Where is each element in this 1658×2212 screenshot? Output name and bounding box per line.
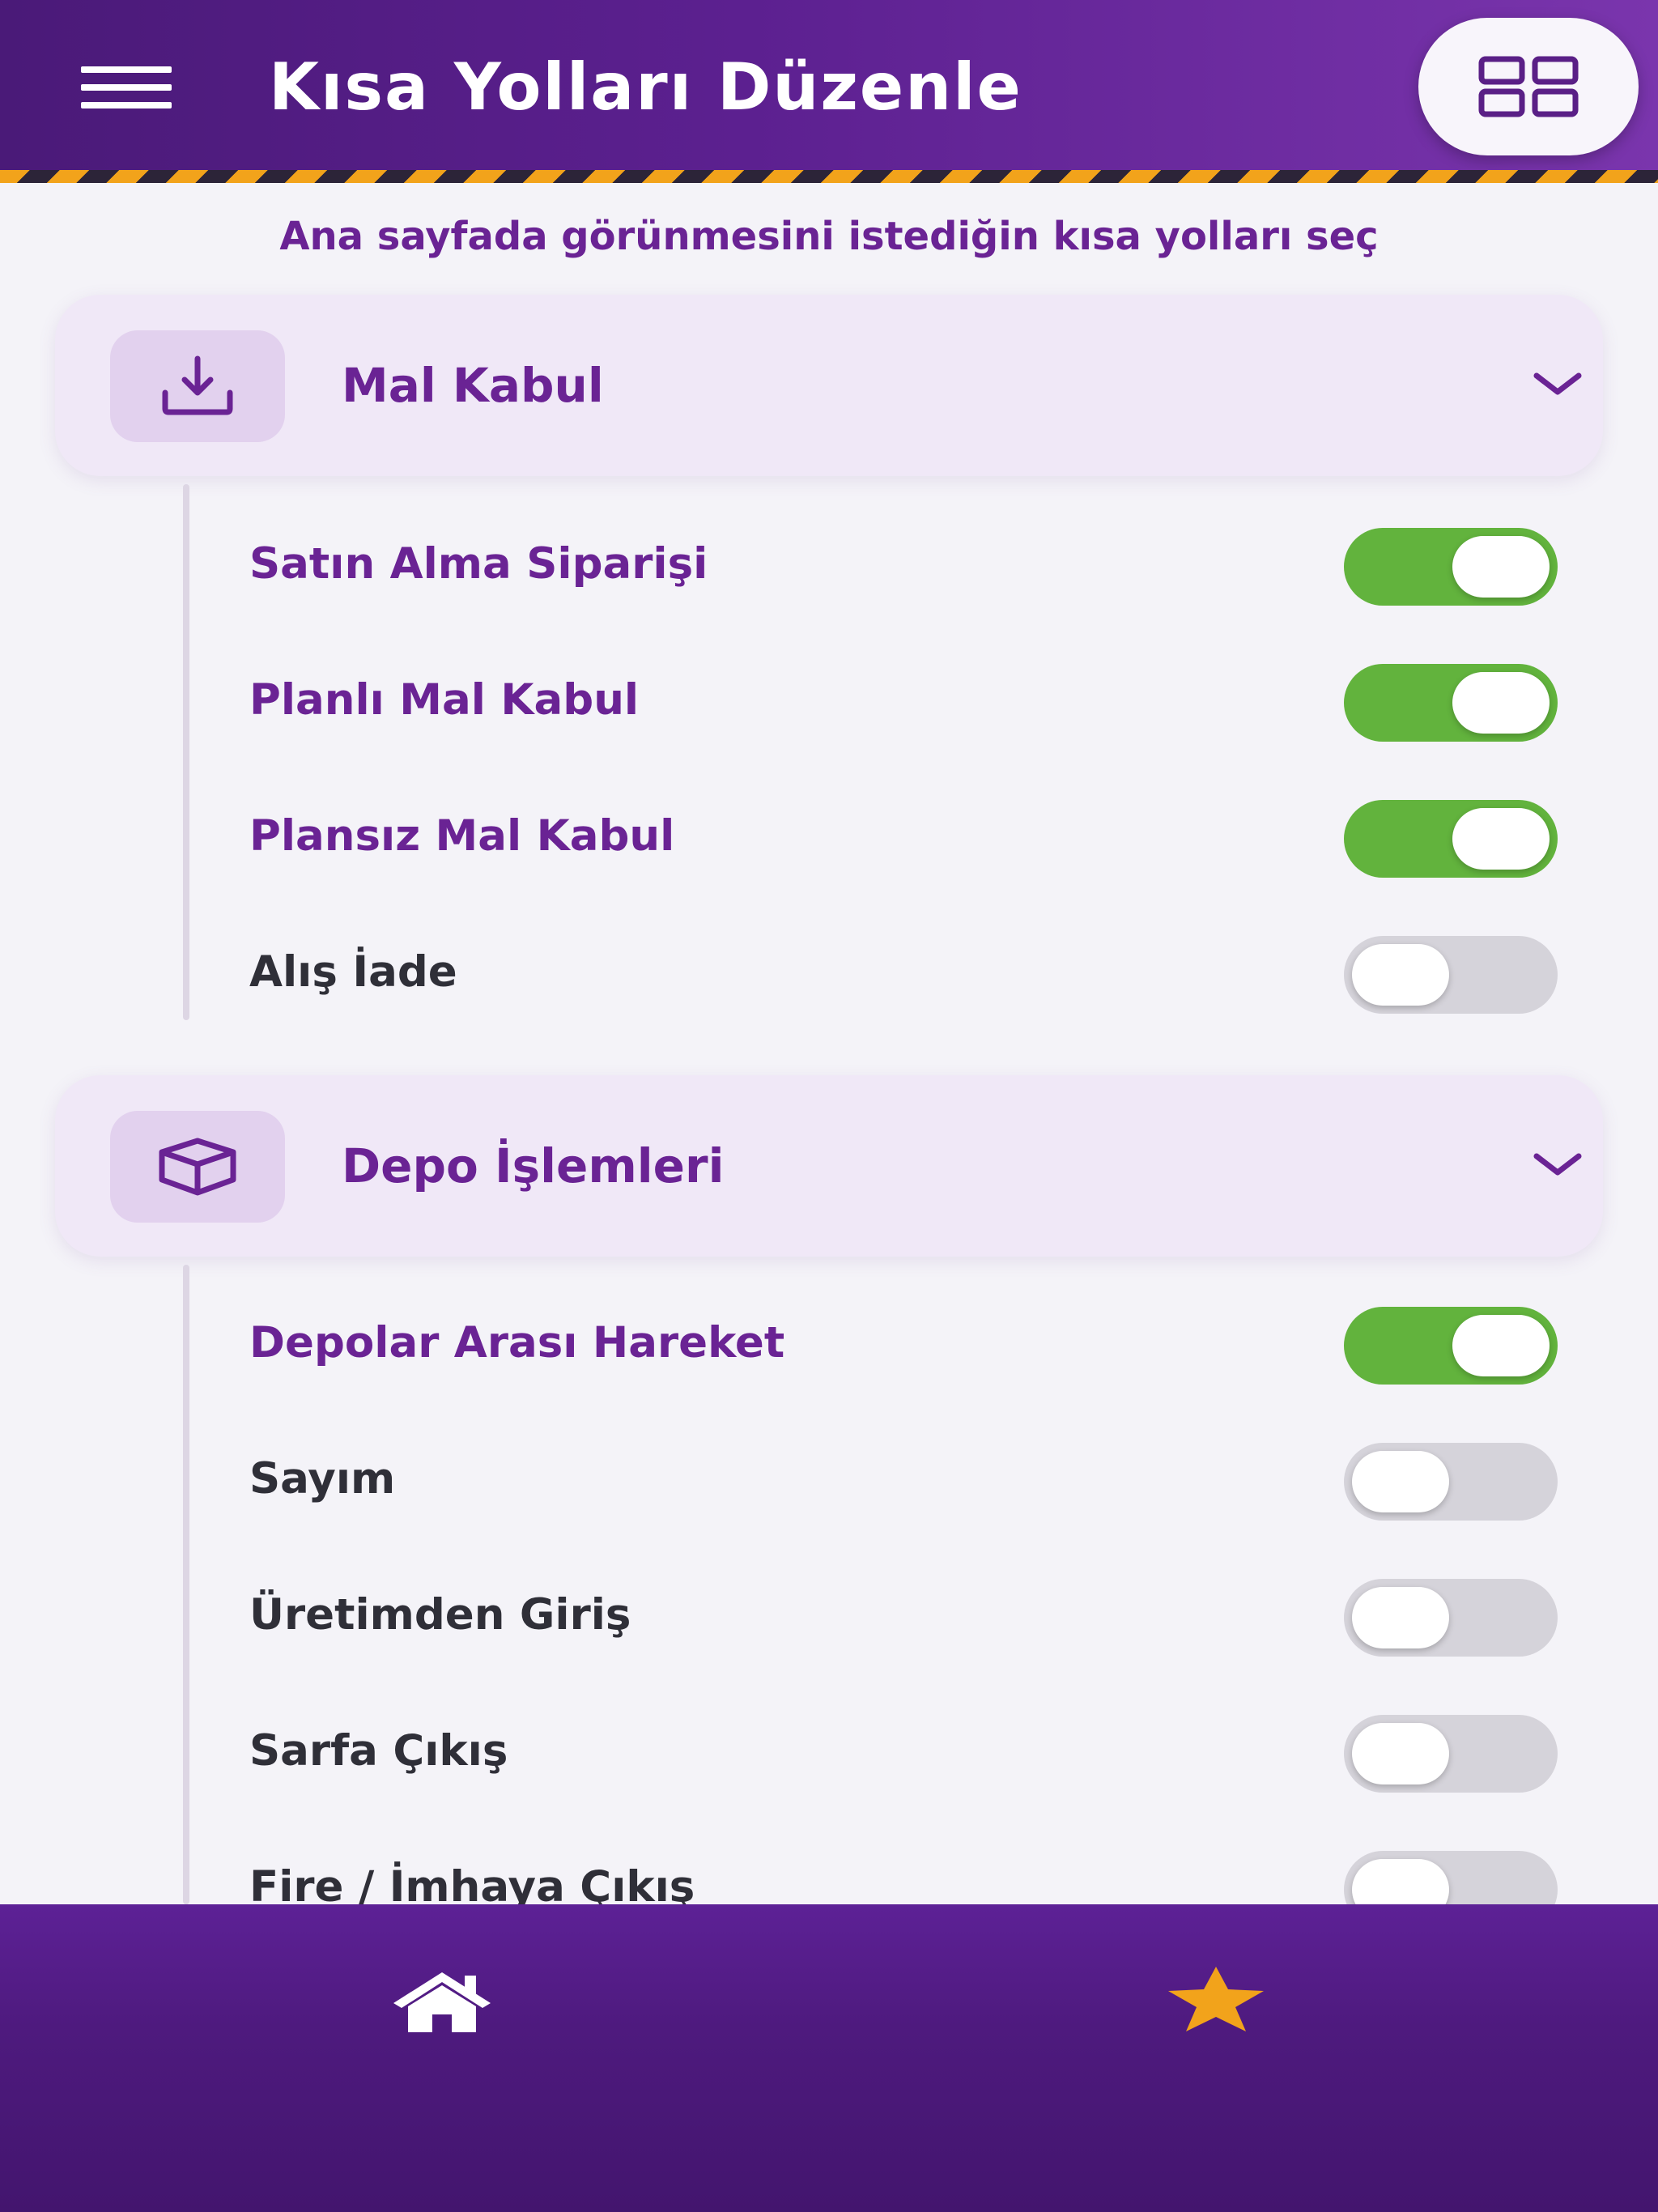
shortcut-label: Üretimden Giriş bbox=[249, 1590, 631, 1640]
shortcut-toggle[interactable] bbox=[1344, 1715, 1558, 1793]
shortcut-label: Alış İade bbox=[249, 947, 457, 997]
grid-view-button[interactable] bbox=[1418, 18, 1639, 155]
section-title: Mal Kabul bbox=[342, 358, 604, 413]
section-header-depo-islemleri[interactable]: Depo İşlemleri bbox=[55, 1075, 1603, 1257]
shortcut-label: Sarfa Çıkış bbox=[249, 1726, 508, 1776]
hazard-stripe-divider bbox=[0, 170, 1658, 183]
grid-view-icon bbox=[1478, 56, 1579, 117]
shortcut-toggle[interactable] bbox=[1344, 936, 1558, 1014]
app-header: Kısa Yolları Düzenle bbox=[0, 0, 1658, 172]
box-icon bbox=[110, 1111, 285, 1223]
shortcut-label: Plansız Mal Kabul bbox=[249, 811, 675, 861]
shortcut-toggle[interactable] bbox=[1344, 1443, 1558, 1521]
section-tree-line bbox=[183, 1265, 189, 1904]
chevron-down-icon[interactable] bbox=[1525, 1140, 1590, 1189]
shortcut-row: Plansız Mal Kabul bbox=[189, 779, 1566, 892]
shortcut-label: Depolar Arası Hareket bbox=[249, 1318, 785, 1368]
shortcut-row: Planlı Mal Kabul bbox=[189, 643, 1566, 756]
shortcut-label: Sayım bbox=[249, 1454, 396, 1504]
chevron-down-icon[interactable] bbox=[1525, 359, 1590, 408]
shortcut-toggle[interactable] bbox=[1344, 1307, 1558, 1385]
bottom-navigation-bar bbox=[0, 1904, 1658, 2212]
shortcut-toggle[interactable] bbox=[1344, 800, 1558, 878]
hamburger-menu-icon[interactable] bbox=[81, 66, 172, 108]
page-title: Kısa Yolları Düzenle bbox=[269, 49, 1022, 125]
shortcut-toggle[interactable] bbox=[1344, 528, 1558, 606]
shortcut-row: Depolar Arası Hareket bbox=[189, 1286, 1566, 1399]
shortcut-toggle[interactable] bbox=[1344, 664, 1558, 742]
shortcut-row: Alış İade bbox=[189, 915, 1566, 1028]
section-title: Depo İşlemleri bbox=[342, 1138, 725, 1193]
home-nav-button[interactable] bbox=[385, 1953, 499, 2050]
shortcut-label: Satın Alma Siparişi bbox=[249, 539, 708, 589]
shortcut-row: Üretimden Giriş bbox=[189, 1558, 1566, 1671]
download-tray-icon bbox=[110, 330, 285, 442]
shortcut-row: Satın Alma Siparişi bbox=[189, 507, 1566, 620]
shortcut-label: Planlı Mal Kabul bbox=[249, 675, 640, 725]
star-icon bbox=[1168, 1967, 1264, 2031]
shortcut-toggle[interactable] bbox=[1344, 1579, 1558, 1657]
home-icon bbox=[393, 1972, 491, 2032]
shortcut-row: Sayım bbox=[189, 1422, 1566, 1535]
section-tree-line bbox=[183, 484, 189, 1020]
section-header-mal-kabul[interactable]: Mal Kabul bbox=[55, 295, 1603, 476]
instruction-text: Ana sayfada görünmesini istediğin kısa y… bbox=[279, 214, 1379, 259]
shortcut-row: Sarfa Çıkış bbox=[189, 1694, 1566, 1807]
favorites-nav-button[interactable] bbox=[1159, 1946, 1273, 2052]
